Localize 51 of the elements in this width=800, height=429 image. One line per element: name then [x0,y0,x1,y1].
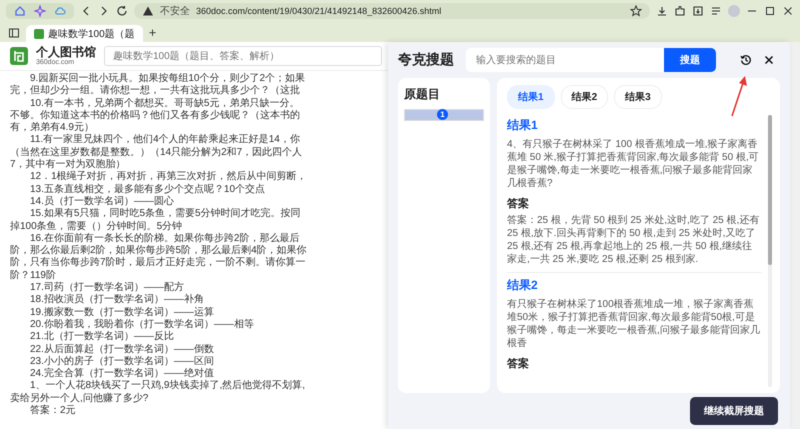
url-text: 360doc.com/content/19/0430/21/41492148_832600426.shtml [196,6,442,16]
answer-text: 答案：25 根，先背 50 根到 25 米处,这时,吃了 25 根,还有 25 根,放下.回头再背剩下的 50 根,走到 25 米处时,又吃了 25 根,还有 25 根,再拿起地上的 25 根,一共 50 根,继续往家走,一共 25 米,要吃 25 根,还剩 25 根到家. [507,214,760,266]
original-question-title: 原题目 [404,86,441,103]
article-line: 18.招收演员（打一数学名词）——补角 [29,294,205,306]
article-line: 20.你盼着我，我盼着你（打一数学名词）——相等 [29,318,255,330]
article-line: 15.如果有5只猫，同时吃5条鱼，需要5分钟时间才吃完。按同 [29,208,302,220]
article-line: 12．1根绳子对折，再对折，再第三次对折，然后从中间剪断， [29,171,308,184]
new-tab-button[interactable]: + [148,25,156,42]
article-line: 24.完全合算（打一数学名词）——绝对值 [29,368,215,380]
article-line: 10.有一本书，兄弟两个都想买。哥哥缺5元，弟弟只缺一分。 [29,98,300,110]
continue-screenshot-button[interactable]: 继续截屏搜题 [690,397,778,425]
article-line: 卖给另外一个人,问他赚了多少? [10,392,150,404]
article-line: 阶，那么你最后剩2阶，如果你每步跨5阶，那么最后剩4阶，如果你 [10,245,308,256]
article-line: 17.司药（打一数学名词）——配方 [29,282,185,294]
article-line: 不够。你知道这本书的价格吗？他们又各有多少钱呢？（这本书的 [10,110,301,122]
article-line: 22.从后面算起（打一数学名词）——倒数 [29,344,215,356]
browser-tab[interactable]: 趣味数学100题（题 [26,25,143,42]
result-tab[interactable]: 结果3 [614,85,662,109]
article-line: 11.有一家里兄妹四个，他们4个人的年龄乘起来正好是14，你 [29,134,301,146]
article-line: 7，其中有一对为双胞胎） [10,159,127,170]
address-bar[interactable]: 不安全 360doc.com/content/19/0430/21/41492148_832600426.shtml [134,3,650,19]
article-line: 阶，只有当你每步跨7阶时，最后才正好走完，一阶不剩。请你算一 [10,257,307,270]
site-search-field[interactable]: 趣味数学100题（题目、答案、解析） [104,46,382,66]
panel-title: 夸克搜题 [398,51,454,69]
article-line: 答案：2元 [29,405,77,418]
question-text: 4、有只猴子在树林采了 100 根香蕉堆成一堆,猴子家离香蕉堆 50 米,猴子打算把香蕉背回家,每次最多能背 50 根,可是猴子嘴馋,每走一米要吃一根香蕉,问猴子最多能背回家几根香蕉? [507,138,760,190]
result-title: 结果2 [507,277,539,294]
article-line: 掉100条鱼，需要（）分钟时间。5分钟 [10,220,184,232]
article-line: 14.员（打一数学名词）——圆心 [29,196,175,208]
article-line: 21.北（打一数学名词）——反比 [29,331,175,344]
search-button[interactable]: 搜题 [664,48,716,72]
article-line: 9.园新买回一批小玩具。如果按每组10个分，则少了2个；如果 [29,73,306,84]
article-line: 1、一个人花8块钱买了一只鸡,9块钱卖掉了,然后他觉得不划算, [29,380,306,392]
question-search-field[interactable]: 输入要搜索的题目 [466,48,664,72]
article-line: 完，但却少分一组。请你想一想，一共有这批玩具多少个？（这批 [10,85,301,98]
article-line: 有，弟弟有4.9元） [10,122,95,134]
site-name: 个人图书馆 [36,46,96,58]
result-tab[interactable]: 结果2 [560,85,608,109]
article-line: 13.五条直线相交，最多能有多少个交点呢？10个交点 [29,184,266,196]
question-number-badge: 1 [437,109,448,120]
security-label: 不安全 [160,4,190,18]
question-text: 有只猴子在树林采了100根香蕉堆成一堆，猴子家离香蕉堆50米，猴子打算把香蕉背回家,每次最多能背50根,可是猴子嘴馋，每走一米要吃一根香蕉,问猴子最多能背回家几根香 [507,298,761,350]
answer-heading: 答案 [507,356,530,371]
article-line: 阶？119阶 [10,270,57,282]
result-title: 结果1 [507,117,539,134]
article-line: （当然在这里岁数都是整数。）（14只能分解为2和7，因此四个人 [10,146,304,158]
article-line: 19.搬家数一数（打一数学名词）——运算 [29,306,215,318]
result-tab[interactable]: 结果1 [507,85,555,109]
article-line: 23.小小的房子（打一数学名词）——区间 [29,356,215,368]
answer-heading: 答案 [507,196,530,211]
article-line: 16.在你面前有一条长长的阶梯。如果你每步跨2阶，那么最后 [29,232,300,244]
